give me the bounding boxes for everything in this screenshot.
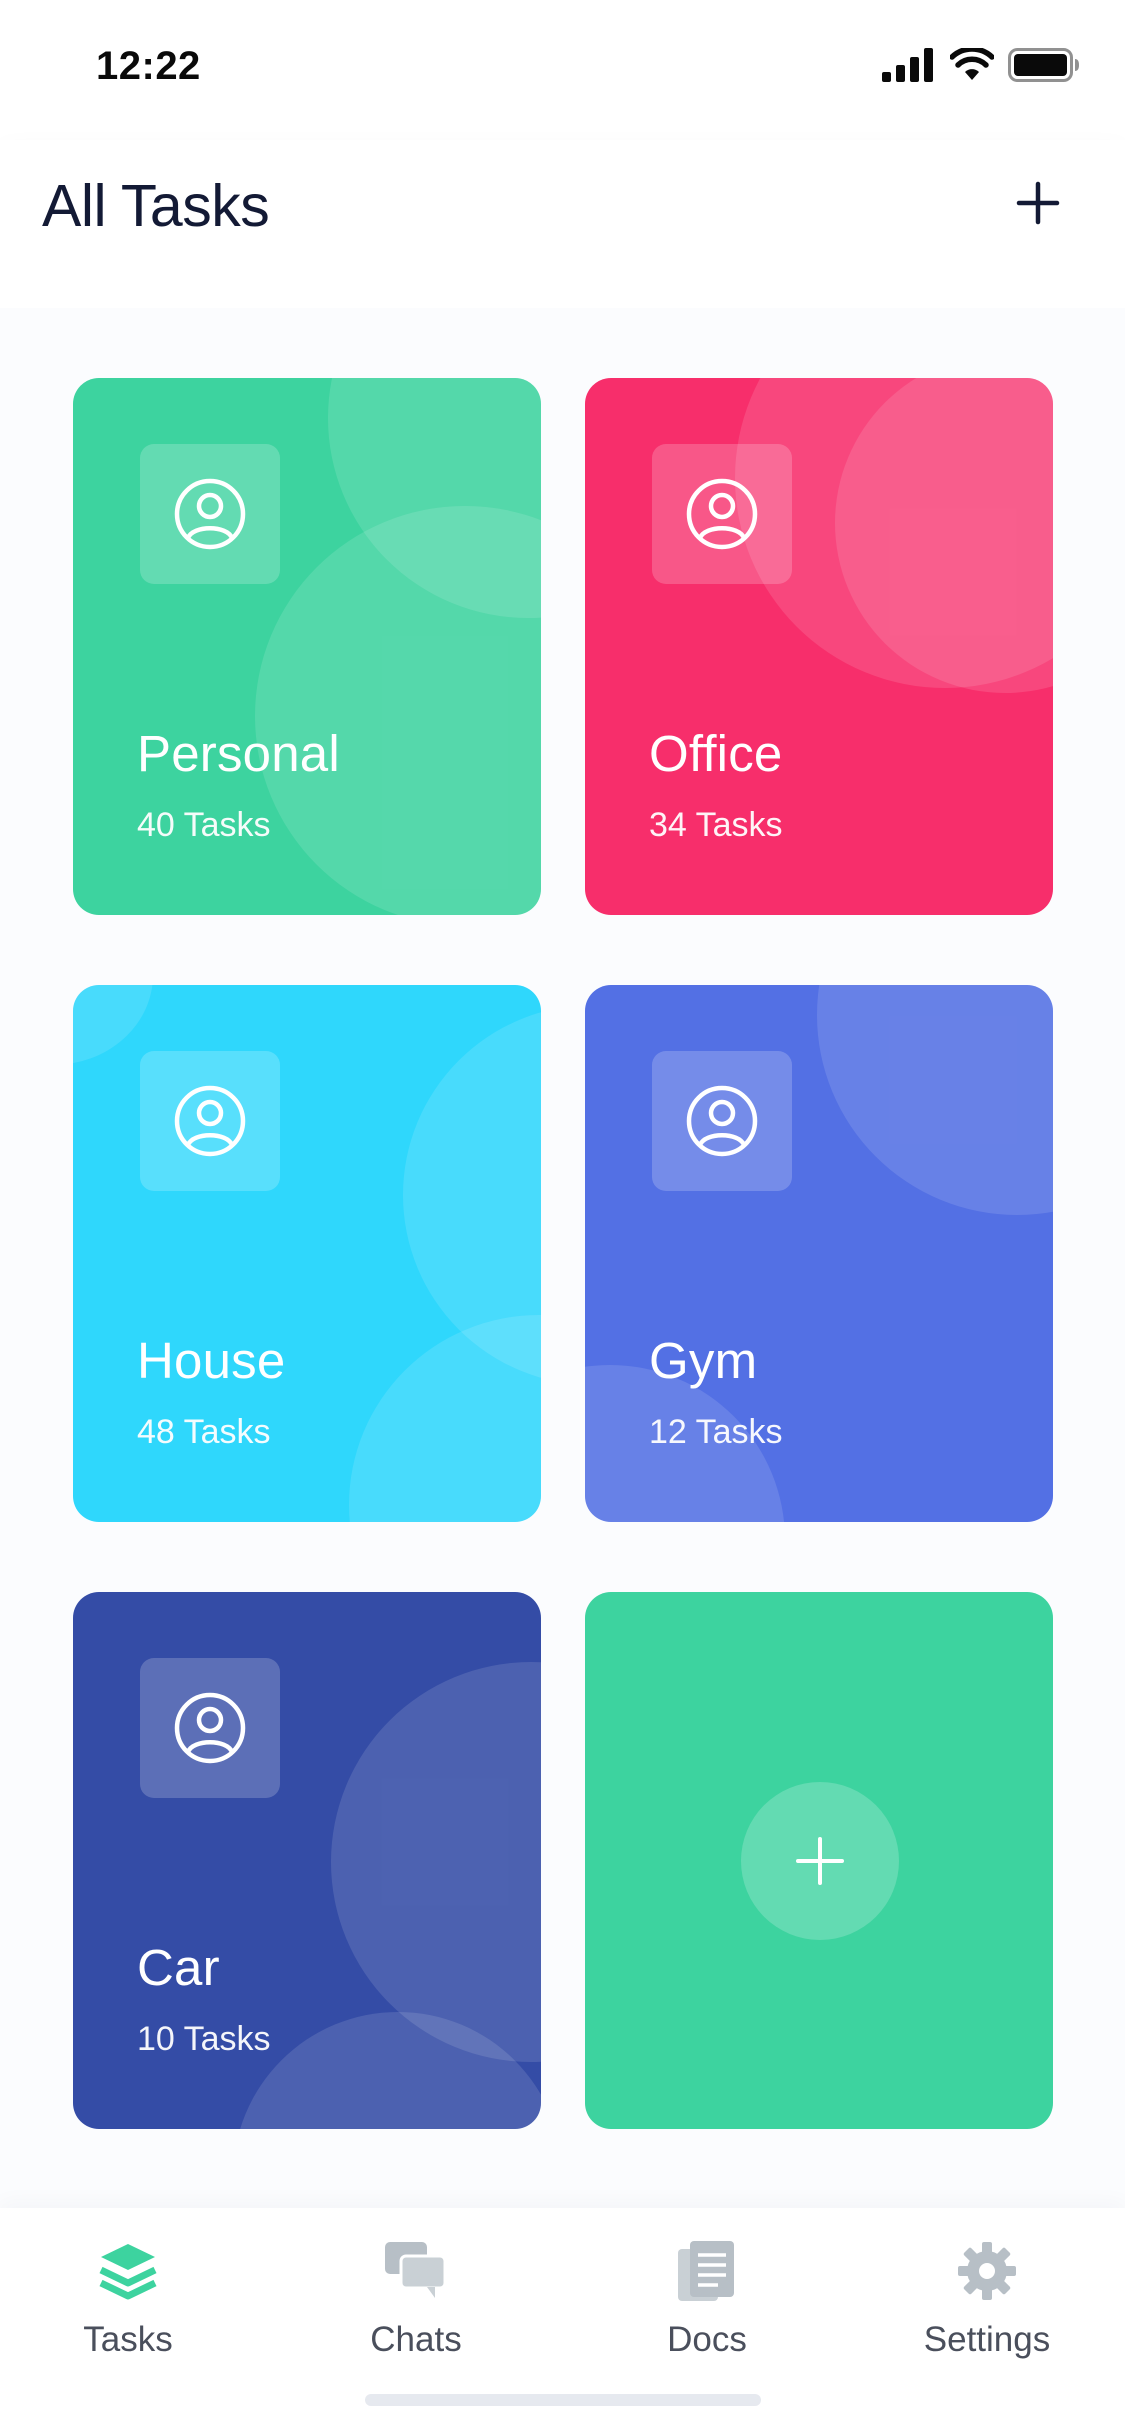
add-category-button[interactable]: [741, 1782, 899, 1940]
home-indicator: [365, 2394, 761, 2406]
category-card-gym[interactable]: Gym 12 Tasks: [585, 985, 1053, 1522]
chat-bubbles-icon: [381, 2236, 451, 2306]
layers-icon: [93, 2236, 163, 2306]
page-title: All Tasks: [42, 173, 270, 239]
user-circle-icon: [686, 1085, 758, 1157]
category-title: Personal: [137, 725, 340, 782]
status-time: 12:22: [96, 44, 201, 88]
category-card-personal[interactable]: Personal 40 Tasks: [73, 378, 541, 915]
add-task-button[interactable]: [1003, 168, 1073, 238]
category-icon-box: [140, 1051, 280, 1191]
category-title: Office: [649, 725, 783, 782]
decorative-circle: [255, 506, 541, 915]
category-title: Car: [137, 1939, 220, 1996]
category-title: House: [137, 1332, 286, 1389]
gear-icon: [952, 2236, 1022, 2306]
category-task-count: 48 Tasks: [137, 1413, 271, 1451]
status-icons: [882, 48, 1080, 82]
decorative-circle: [331, 1662, 541, 2062]
category-task-count: 34 Tasks: [649, 806, 783, 844]
cellular-signal-icon: [882, 48, 933, 82]
tab-label: Tasks: [83, 2320, 173, 2359]
category-grid: Personal 40 Tasks Office 34 Tasks House …: [0, 308, 1125, 2208]
category-task-count: 10 Tasks: [137, 2020, 271, 2058]
category-task-count: 40 Tasks: [137, 806, 271, 844]
tab-label: Settings: [923, 2320, 1051, 2359]
user-circle-icon: [174, 1085, 246, 1157]
decorative-circle: [73, 985, 153, 1065]
tab-settings[interactable]: Settings: [887, 2236, 1087, 2386]
content-area: Personal 40 Tasks Office 34 Tasks House …: [0, 308, 1125, 2208]
category-card-office[interactable]: Office 34 Tasks: [585, 378, 1053, 915]
user-circle-icon: [174, 1692, 246, 1764]
category-icon-box: [140, 1658, 280, 1798]
category-card-house[interactable]: House 48 Tasks: [73, 985, 541, 1522]
add-category-card[interactable]: [585, 1592, 1053, 2129]
category-task-count: 12 Tasks: [649, 1413, 783, 1451]
user-circle-icon: [686, 478, 758, 550]
plus-icon: [796, 1837, 844, 1885]
category-icon-box: [652, 444, 792, 584]
category-card-car[interactable]: Car 10 Tasks: [73, 1592, 541, 2129]
user-circle-icon: [174, 478, 246, 550]
category-icon-box: [140, 444, 280, 584]
tab-label: Chats: [370, 2320, 462, 2359]
plus-icon: [1016, 181, 1060, 225]
tab-docs[interactable]: Docs: [607, 2236, 807, 2386]
status-bar: 12:22: [0, 0, 1125, 140]
app-header: All Tasks: [0, 140, 1125, 308]
decorative-circle: [349, 1315, 541, 1522]
document-icon: [672, 2236, 742, 2306]
battery-icon: [1008, 48, 1079, 82]
category-icon-box: [652, 1051, 792, 1191]
decorative-circle: [817, 985, 1053, 1215]
tab-chats[interactable]: Chats: [316, 2236, 516, 2386]
tab-label: Docs: [667, 2320, 747, 2359]
category-title: Gym: [649, 1332, 758, 1389]
wifi-icon: [950, 48, 994, 80]
tab-tasks[interactable]: Tasks: [28, 2236, 228, 2386]
